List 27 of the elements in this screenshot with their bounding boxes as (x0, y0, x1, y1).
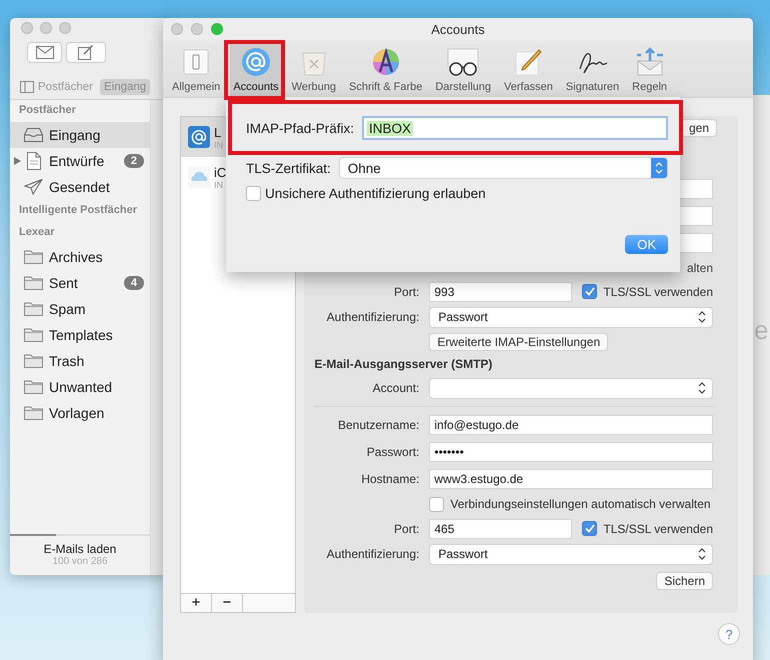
field-label: Passwort: (366, 444, 420, 458)
window-title: Accounts (431, 22, 485, 36)
option-label: alten (686, 260, 713, 274)
field-label: TLS-Zertifikat: (246, 160, 331, 176)
section-header: Lexear (18, 225, 56, 240)
section-heading: E-Mail-Ausgangsserver (SMTP) (314, 357, 492, 371)
checkbox-label: TLS/SSL verwenden (603, 522, 713, 536)
field-label: Account: (372, 381, 420, 395)
account-type: IN (214, 180, 224, 190)
checkbox-label: Unsichere Authentifizierung erlauben (265, 186, 486, 200)
status-text: E-Mails laden (44, 542, 116, 556)
field-label: Port: (393, 284, 420, 298)
count-badge: 4 (124, 276, 144, 290)
account-name: L (214, 124, 222, 140)
field-label: Authentifizierung: (326, 310, 420, 324)
field-label: IMAP-Pfad-Präfix: (246, 120, 354, 136)
section-header: Postfächer (18, 103, 77, 118)
section-header: Intelligente Postfächer (18, 203, 138, 218)
field-label: Authentifizierung: (326, 547, 420, 561)
checkbox-label: TLS/SSL verwenden (603, 284, 713, 298)
field-label: Port: (393, 522, 420, 536)
checkbox-label: Verbindungseinstellungen automatisch verwalten (450, 497, 711, 511)
field-label: Hostname: (360, 472, 420, 486)
field-label: Benutzername: (336, 418, 420, 432)
account-name: iC (214, 164, 226, 180)
status-count: 100 von 286 (52, 556, 108, 567)
count-badge: 2 (124, 154, 144, 168)
